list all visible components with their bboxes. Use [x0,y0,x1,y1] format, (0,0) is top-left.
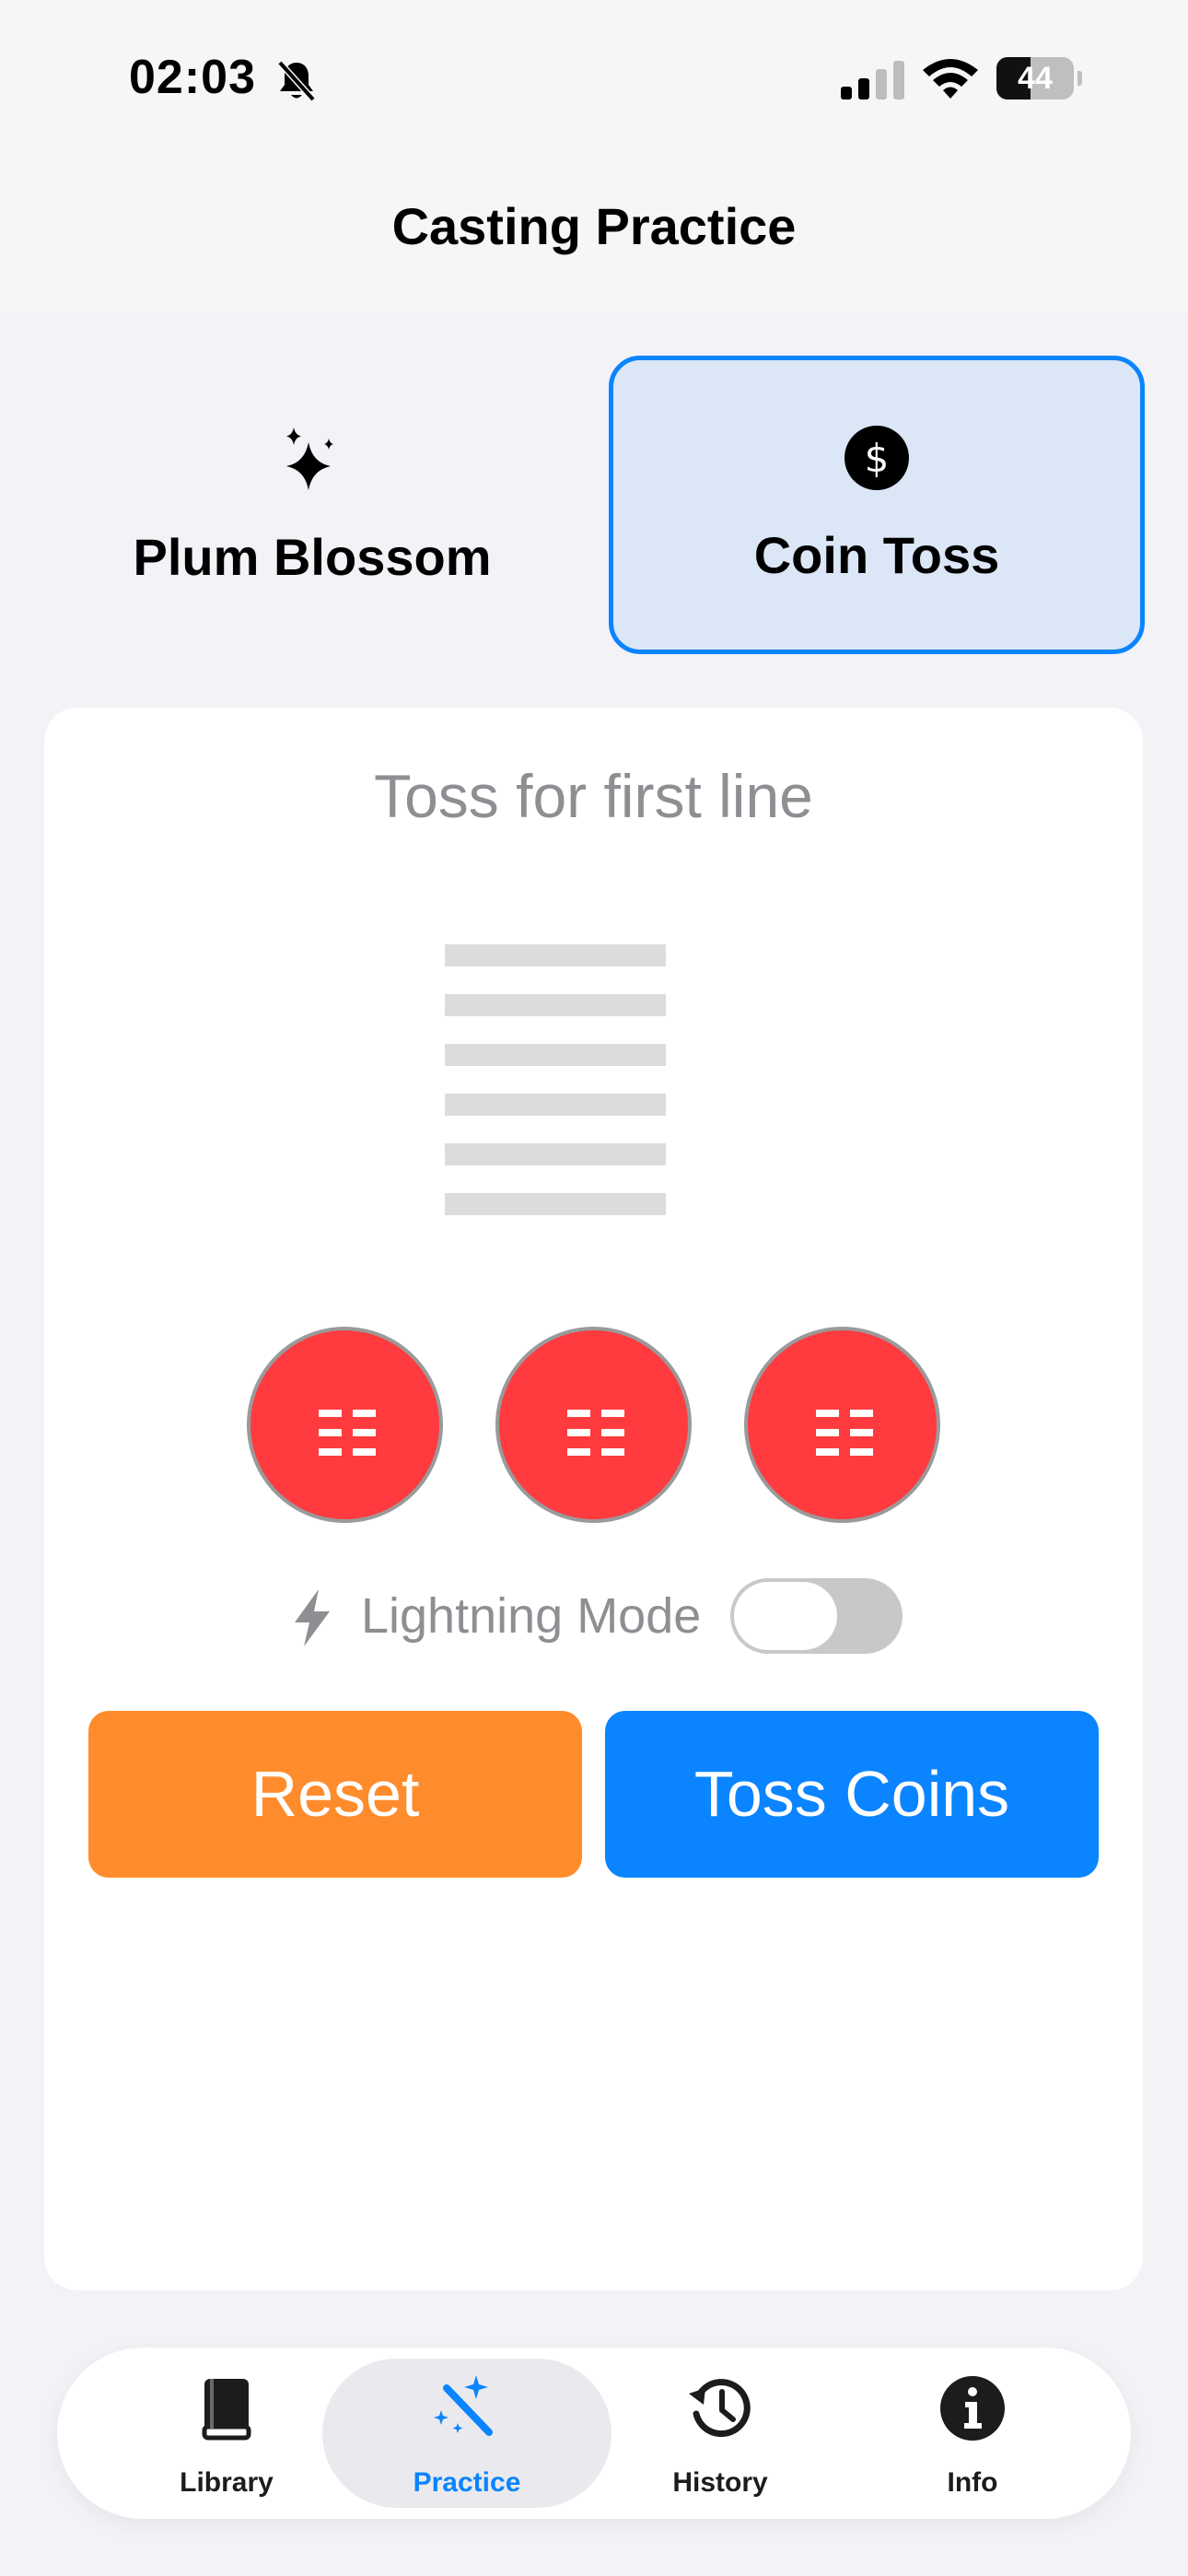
reset-button[interactable]: Reset [88,1711,582,1878]
battery-level: 44 [1018,61,1053,96]
info-icon [940,2376,1005,2441]
page-title: Casting Practice [391,197,797,255]
coin[interactable] [247,1327,443,1523]
trigram-icon [567,1410,624,1456]
coin[interactable] [495,1327,692,1523]
tab-label: Info [947,2467,998,2498]
history-clock-icon [689,2379,751,2438]
tab-practice[interactable]: Practice [323,2348,611,2519]
bell-slash-icon [277,60,316,102]
cellular-signal-icon [841,61,904,100]
trigram-icon [816,1410,873,1456]
dollar-coin-icon: $ [844,426,909,490]
practice-card: Toss for first line Lightning Mode Reset… [44,708,1143,2290]
sparkles-icon [286,427,333,490]
hexagram-line [445,1094,666,1116]
status-bar: 02:03 44 [0,0,1188,161]
lightning-bolt-icon [295,1589,330,1646]
tab-info[interactable]: Info [829,2348,1116,2519]
hexagram-line [445,944,666,966]
method-plum-blossom[interactable]: Plum Blossom [44,356,580,654]
toss-coins-button[interactable]: Toss Coins [605,1711,1099,1878]
trigram-icon [319,1410,376,1456]
hexagram-line [445,994,666,1016]
hexagram-line [445,1044,666,1066]
tab-label: Practice [413,2467,521,2498]
tab-bar: Library Practice History Info [57,2348,1131,2519]
tab-label: History [672,2467,768,2498]
navigation-bar: Casting Practice [0,161,1188,312]
lightning-mode-toggle[interactable] [730,1578,903,1654]
status-time: 02:03 [129,51,256,104]
method-coin-toss[interactable]: $ Coin Toss [609,356,1145,654]
battery-indicator: 44 [996,57,1082,100]
tab-history[interactable]: History [577,2348,864,2519]
book-icon [202,2379,251,2441]
coin[interactable] [744,1327,940,1523]
lightning-mode-label: Lightning Mode [361,1588,702,1644]
hexagram-line [445,1143,666,1165]
method-label: Plum Blossom [133,528,492,586]
hexagram-line [445,1193,666,1215]
method-label: Coin Toss [753,526,1000,584]
wifi-icon [923,59,978,99]
toggle-knob [734,1582,837,1650]
svg-text:$: $ [865,436,890,481]
toss-prompt: Toss for first line [374,762,813,830]
magic-wand-icon [434,2375,493,2436]
